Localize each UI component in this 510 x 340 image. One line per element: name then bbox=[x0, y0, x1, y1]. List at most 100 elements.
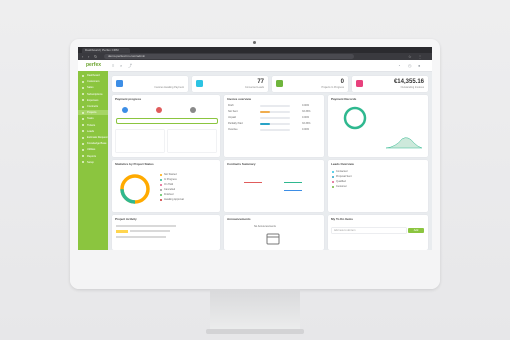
nav-icon bbox=[82, 124, 84, 127]
projects-donut-chart bbox=[120, 174, 150, 204]
sidebar-item-dashboard[interactable]: Dashboard bbox=[78, 73, 108, 78]
projects-status-card: Statistics by Project Status Not Started… bbox=[112, 160, 220, 212]
sidebar-item-label: Contracts bbox=[87, 105, 99, 108]
invoice-status-label: Unpaid bbox=[228, 116, 236, 119]
star-icon[interactable]: ☆ bbox=[408, 54, 412, 59]
search-icon[interactable]: ⌕ bbox=[120, 63, 122, 68]
invoice-status-label: Not Sent bbox=[228, 110, 238, 113]
indicator-line bbox=[244, 182, 262, 183]
legend-label: Cancelled bbox=[164, 188, 176, 191]
kpi-card-projects[interactable]: 0 Projects In Progress bbox=[272, 76, 348, 92]
nav-icon bbox=[82, 105, 84, 108]
sidebar-item-subscriptions[interactable]: Subscriptions bbox=[78, 92, 108, 97]
invoice-status-bar bbox=[260, 111, 290, 113]
legend-dot-icon bbox=[160, 193, 162, 196]
nav-icon bbox=[82, 161, 84, 164]
invoice-status-value: 33.33% bbox=[302, 110, 311, 113]
sidebar-item-estimate-request[interactable]: Estimate Request bbox=[78, 135, 108, 140]
leads-overview-card: Leads Overview Contacted Proposal Sent Qua… bbox=[328, 160, 428, 212]
invoice-status-value: 0.00% bbox=[302, 128, 310, 131]
sidebar-item-label: Dashboard bbox=[87, 74, 100, 77]
invoice-status-bar bbox=[260, 105, 290, 107]
forward-icon[interactable]: › bbox=[88, 54, 89, 59]
invoice-icon bbox=[116, 80, 123, 87]
nav-icon bbox=[82, 111, 84, 114]
sidebar-item-label: Setup bbox=[87, 160, 94, 164]
card-title: Payment Records bbox=[331, 97, 357, 101]
sidebar-item-contracts[interactable]: Contracts bbox=[78, 104, 108, 109]
legend-dot-icon bbox=[332, 180, 334, 183]
sidebar-item-utilities[interactable]: Utilities bbox=[78, 147, 108, 152]
hamburger-icon[interactable]: ≡ bbox=[112, 63, 114, 68]
status-dot-icon bbox=[190, 107, 196, 113]
invoice-status-label: Overdue bbox=[228, 128, 238, 131]
nav-icon bbox=[82, 136, 84, 139]
sidebar-item-tickets[interactable]: Tickets bbox=[78, 123, 108, 128]
logo-area: perfex bbox=[78, 60, 108, 71]
nav-icon bbox=[82, 148, 84, 151]
invoice-status-bar bbox=[260, 129, 290, 131]
card-title: Project Activity bbox=[115, 217, 137, 221]
kpi-value: 0 bbox=[340, 79, 344, 85]
activity-line bbox=[116, 225, 176, 227]
activity-line bbox=[116, 236, 166, 238]
share-icon[interactable]: ⤴ bbox=[128, 63, 132, 68]
clock-icon[interactable]: ◷ bbox=[408, 63, 412, 68]
browser-addressbar: ‹ › ↻ demo.perfexcrm.com/admin ☆ ⋮ bbox=[78, 53, 432, 60]
project-activity-card: Project Activity bbox=[112, 215, 220, 250]
empty-state-text: No Announcements bbox=[254, 225, 276, 228]
invoice-status-bar-fill bbox=[260, 111, 270, 113]
menu-icon[interactable]: ⋮ bbox=[418, 54, 422, 59]
sidebar-item-leads[interactable]: Leads bbox=[78, 129, 108, 134]
nav-icon bbox=[82, 99, 84, 102]
sidebar-item-expenses[interactable]: Expenses bbox=[78, 98, 108, 103]
add-todo-button[interactable]: Add bbox=[408, 228, 424, 233]
screen: Dashboard | Perfex CRM ‹ › ↻ demo.perfex… bbox=[78, 47, 432, 250]
kpi-label: Projects In Progress bbox=[321, 86, 344, 89]
nav-icon bbox=[82, 74, 84, 77]
sidebar-item-label: Tickets bbox=[87, 123, 96, 127]
card-title: Announcements bbox=[227, 217, 251, 221]
card-title: Statistics by Project Status bbox=[115, 162, 154, 166]
todo-input[interactable]: Add new to do item bbox=[332, 228, 406, 233]
legend-label: Awaiting Approval bbox=[164, 198, 184, 201]
kpi-label: Converted Leads bbox=[244, 86, 264, 89]
sidebar-item-reports[interactable]: Reports bbox=[78, 154, 108, 159]
invoice-overview-card: Invoice overview Draft 0.00% Not Sent 33.33… bbox=[224, 95, 324, 157]
status-dot-icon bbox=[156, 107, 162, 113]
monitor-foot bbox=[206, 329, 304, 334]
sidebar-item-label: Customers bbox=[87, 80, 100, 84]
invoice-status-label: Partially Paid bbox=[228, 122, 243, 125]
back-icon[interactable]: ‹ bbox=[82, 54, 83, 59]
kpi-card-leads[interactable]: 77 Converted Leads bbox=[192, 76, 268, 92]
mini-card bbox=[168, 130, 216, 152]
sidebar-item-projects[interactable]: Projects bbox=[78, 110, 108, 116]
avatar[interactable]: ● bbox=[418, 63, 420, 68]
legend-label: Contacted bbox=[336, 170, 348, 173]
legend-label: On Hold bbox=[164, 183, 174, 186]
url-field[interactable]: demo.perfexcrm.com/admin bbox=[104, 54, 354, 59]
sidebar-item-knowledge-base[interactable]: Knowledge Base bbox=[78, 141, 108, 146]
money-icon bbox=[356, 80, 363, 87]
sidebar-item-label: Projects bbox=[87, 111, 97, 115]
announcements-card: Announcements No Announcements bbox=[224, 215, 324, 250]
kpi-card-invoices[interactable]: Invoices Awaiting Payment bbox=[112, 76, 188, 92]
logo[interactable]: perfex bbox=[86, 62, 101, 68]
calendar-icon bbox=[266, 233, 280, 245]
reload-icon[interactable]: ↻ bbox=[94, 54, 97, 59]
kpi-card-outstanding[interactable]: €14,355.16 Outstanding Invoices bbox=[352, 76, 428, 92]
bell-icon[interactable]: ◔ bbox=[398, 63, 400, 68]
sidebar-item-customers[interactable]: Customers bbox=[78, 79, 108, 84]
camera-dot bbox=[253, 41, 256, 44]
highlight-badge bbox=[116, 230, 128, 233]
sidebar-item-setup[interactable]: Setup bbox=[78, 160, 108, 165]
todo-card: My To Do Items Add new to do item Add bbox=[328, 215, 428, 250]
invoice-status-bar bbox=[260, 123, 290, 125]
activity-line bbox=[130, 230, 170, 232]
indicator-line bbox=[284, 190, 302, 191]
legend-label: Customer bbox=[336, 185, 347, 188]
sidebar-item-sales[interactable]: Sales bbox=[78, 85, 108, 90]
legend-dot-icon bbox=[332, 170, 334, 173]
sidebar-item-tasks[interactable]: Tasks bbox=[78, 116, 108, 121]
kpi-value: 77 bbox=[257, 79, 264, 85]
